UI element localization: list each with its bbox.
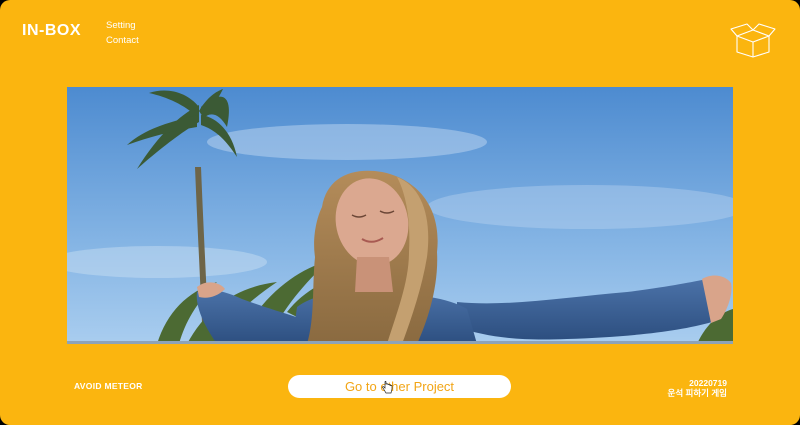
main-nav: Setting Contact (106, 20, 139, 46)
page: IN-BOX Setting Contact AVOID METEOR Go t… (0, 0, 800, 425)
nav-link-setting[interactable]: Setting (106, 20, 139, 31)
game-title: AVOID METEOR (74, 381, 143, 391)
go-to-other-project-button[interactable]: Go to other Project (288, 375, 511, 398)
project-date: 20220719 (689, 378, 727, 388)
project-subtitle: 운석 피하기 게임 (667, 388, 727, 398)
hero-image (67, 87, 733, 344)
project-info: 20220719 운석 피하기 게임 (668, 378, 727, 398)
site-logo[interactable]: IN-BOX (22, 22, 81, 40)
open-box-icon[interactable] (729, 22, 777, 58)
hand-cursor-icon (382, 381, 393, 394)
nav-link-contact[interactable]: Contact (106, 35, 139, 46)
